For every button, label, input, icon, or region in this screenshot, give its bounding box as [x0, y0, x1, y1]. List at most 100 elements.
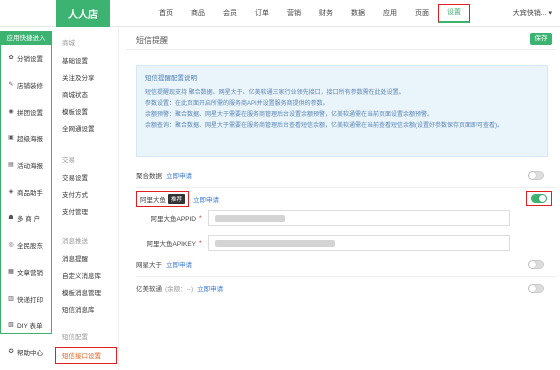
- quick-access-label: 拼团设置: [17, 109, 43, 117]
- divider: [126, 49, 556, 50]
- top-nav: 首页 商品 会员 订单 营销 财务 数据 应用 页面 设置: [150, 0, 470, 27]
- form-icon: ▧: [8, 322, 14, 329]
- quick-access-label: 分销设置: [17, 56, 43, 64]
- quick-access-item[interactable]: ▧ DIY 表单: [1, 312, 51, 339]
- nav-item[interactable]: 设置: [438, 4, 470, 23]
- quick-access-item[interactable]: ◎ 全民股东: [1, 232, 51, 259]
- quick-access-item[interactable]: ✎ 店铺装修: [1, 72, 51, 99]
- quick-access-label: 全民股东: [17, 243, 43, 251]
- provider-label: 阿里大鱼: [140, 197, 166, 204]
- yimei-toggle[interactable]: [528, 284, 544, 293]
- quick-access-item[interactable]: ☗ 多 商 户: [1, 205, 51, 232]
- quick-access-label: 文章营销: [17, 269, 43, 277]
- save-button[interactable]: 保存: [530, 33, 552, 45]
- highlight-box: 阿里大鱼 推荐: [136, 191, 190, 207]
- quick-access-label: 店铺装修: [17, 83, 43, 91]
- group-icon: ◉: [8, 108, 14, 115]
- sidebar-item[interactable]: 全网通设置: [53, 121, 118, 138]
- apply-link[interactable]: 立即申请: [166, 259, 192, 269]
- nav-item[interactable]: 应用: [374, 0, 406, 27]
- nav-item[interactable]: 商品: [182, 0, 214, 27]
- sidebar-item[interactable]: 基础设置: [53, 53, 118, 70]
- provider-label: 亿美软通: [136, 286, 162, 293]
- quick-access-label: 多 商 户: [17, 216, 41, 224]
- sidebar-group-title: 消息推送: [62, 238, 88, 245]
- wangxing-toggle[interactable]: [528, 260, 544, 269]
- sidebar-group-title: 商城: [62, 40, 75, 47]
- sidebar-group-title: 短信配置: [62, 334, 88, 341]
- quick-access-item[interactable]: ✪ 帮助中心: [1, 339, 51, 366]
- provider-row-juhe: 聚合数据 立即申请: [136, 164, 556, 186]
- sidebar-item[interactable]: 短信消息库: [53, 302, 118, 319]
- sidebar-item[interactable]: 模板设置: [53, 104, 118, 121]
- sidebar-item[interactable]: 支付管理: [53, 204, 118, 221]
- quick-access-item[interactable]: ▦ 文章营销: [1, 259, 51, 286]
- quick-access-label: 商品助手: [17, 189, 43, 197]
- quick-access-item[interactable]: ◈ 商品助手: [1, 178, 51, 205]
- help-icon: ✪: [8, 348, 14, 355]
- sidebar-item[interactable]: 模板消息管理: [53, 285, 118, 302]
- notice-line: 余额查询：聚合数据、网星大于需要在服务商管理后台查看短信余额，亿美软通需在当前查…: [145, 123, 503, 129]
- notice-line: 余额预警：聚合数据、网星大于需要在服务商管理后台设置余额预警，亿美软通需在当前页…: [145, 112, 434, 118]
- sidebar-item[interactable]: 商城状态: [53, 87, 118, 104]
- field-label: 阿里大鱼APIKEY: [146, 241, 196, 248]
- alidayu-toggle[interactable]: [531, 194, 547, 203]
- quick-access-item[interactable]: ▤ 活动海报: [1, 152, 51, 179]
- quick-access-item[interactable]: ✿ 分销设置: [1, 45, 51, 72]
- provider-row-wangxing: 网星大于 立即申请: [136, 253, 556, 275]
- quick-access-item[interactable]: ◉ 拼团设置: [1, 98, 51, 125]
- main-content: 短信提醒 保存 短信提醒配置说明 短信提醒现支持 聚合数据、网星大于、亿美软通三…: [126, 27, 556, 370]
- article-icon: ▦: [8, 268, 14, 275]
- sidebar-item[interactable]: 自定义消息库: [53, 268, 118, 285]
- sidebar-item[interactable]: 消息提醒: [53, 251, 118, 268]
- quick-access-sidebar: 应用快捷进入 ✿ 分销设置 ✎ 店铺装修 ◉ 拼团设置 ▣ 超级海报 ▤ 活动海报 ◈ 商品助手 ☗ 多 …: [0, 31, 52, 357]
- masked-value: [215, 240, 335, 247]
- appid-row: 阿里大鱼APPID *: [136, 208, 556, 228]
- apply-link[interactable]: 立即申请: [193, 194, 219, 204]
- quick-access-item[interactable]: ▣ 超级海报: [1, 125, 51, 152]
- quick-access-item[interactable]: ▥ 快递打印: [1, 285, 51, 312]
- apikey-row: 阿里大鱼APIKEY *: [136, 233, 556, 253]
- apikey-input[interactable]: [208, 235, 510, 251]
- appid-input[interactable]: [208, 210, 510, 226]
- printer-icon: ▥: [8, 295, 14, 302]
- sidebar-item[interactable]: 短信接口设置: [55, 347, 117, 364]
- apply-link[interactable]: 立即申请: [197, 283, 223, 293]
- sidebar-group-title: 交易: [62, 157, 75, 164]
- nav-item[interactable]: 数据: [342, 0, 374, 27]
- user-menu[interactable]: 大宾快销... ▾: [513, 0, 552, 27]
- juhe-toggle[interactable]: [528, 171, 544, 180]
- toggle-knob: [529, 261, 536, 268]
- shareholder-icon: ◎: [8, 242, 14, 249]
- nav-item[interactable]: 页面: [406, 0, 438, 27]
- logo[interactable]: 人人店: [56, 0, 110, 27]
- apply-link[interactable]: 立即申请: [166, 170, 192, 180]
- notice-title: 短信提醒配置说明: [145, 75, 197, 82]
- top-bar: 人人店 首页 商品 会员 订单 营销 财务 数据 应用 页面 设置 大宾快销... ▾: [0, 0, 560, 27]
- field-label: 阿里大鱼APPID: [150, 216, 196, 223]
- quick-access-label: 快递打印: [17, 296, 43, 304]
- nav-item[interactable]: 会员: [214, 0, 246, 27]
- sidebar-item[interactable]: 支付方式: [53, 187, 118, 204]
- page-title: 短信提醒: [136, 36, 168, 45]
- toggle-knob: [529, 172, 536, 179]
- nav-item[interactable]: 首页: [150, 0, 182, 27]
- share-icon: ✿: [8, 55, 14, 62]
- settings-sidebar: 商城基础设置 关注及分享 商城状态 模板设置 全网通设置交易交易设置 支付方式 支付管理消息…: [53, 27, 119, 370]
- toggle-knob: [529, 285, 536, 292]
- balance-text: (余额：--): [165, 286, 194, 293]
- provider-label: 聚合数据: [136, 173, 162, 180]
- provider-row-alidayu: 阿里大鱼 推荐 立即申请: [136, 188, 556, 210]
- quick-access-title: 应用快捷进入: [1, 32, 51, 45]
- masked-value: [215, 215, 285, 222]
- nav-item[interactable]: 营销: [278, 0, 310, 27]
- provider-row-yimei: 亿美软通 (余额：--) 立即申请: [136, 277, 556, 299]
- nav-item[interactable]: 财务: [310, 0, 342, 27]
- nav-item[interactable]: 订单: [246, 0, 278, 27]
- notice-line: 短信提醒现支持 聚合数据、网星大于、亿美软通三家行业领先接口，接口所有参数需在此…: [145, 90, 405, 96]
- image-icon: ▤: [8, 162, 14, 169]
- quick-access-label: 活动海报: [17, 163, 43, 171]
- sidebar-item[interactable]: 关注及分享: [53, 70, 118, 87]
- quick-access-label: 超级海报: [17, 136, 43, 144]
- sidebar-item[interactable]: 交易设置: [53, 170, 118, 187]
